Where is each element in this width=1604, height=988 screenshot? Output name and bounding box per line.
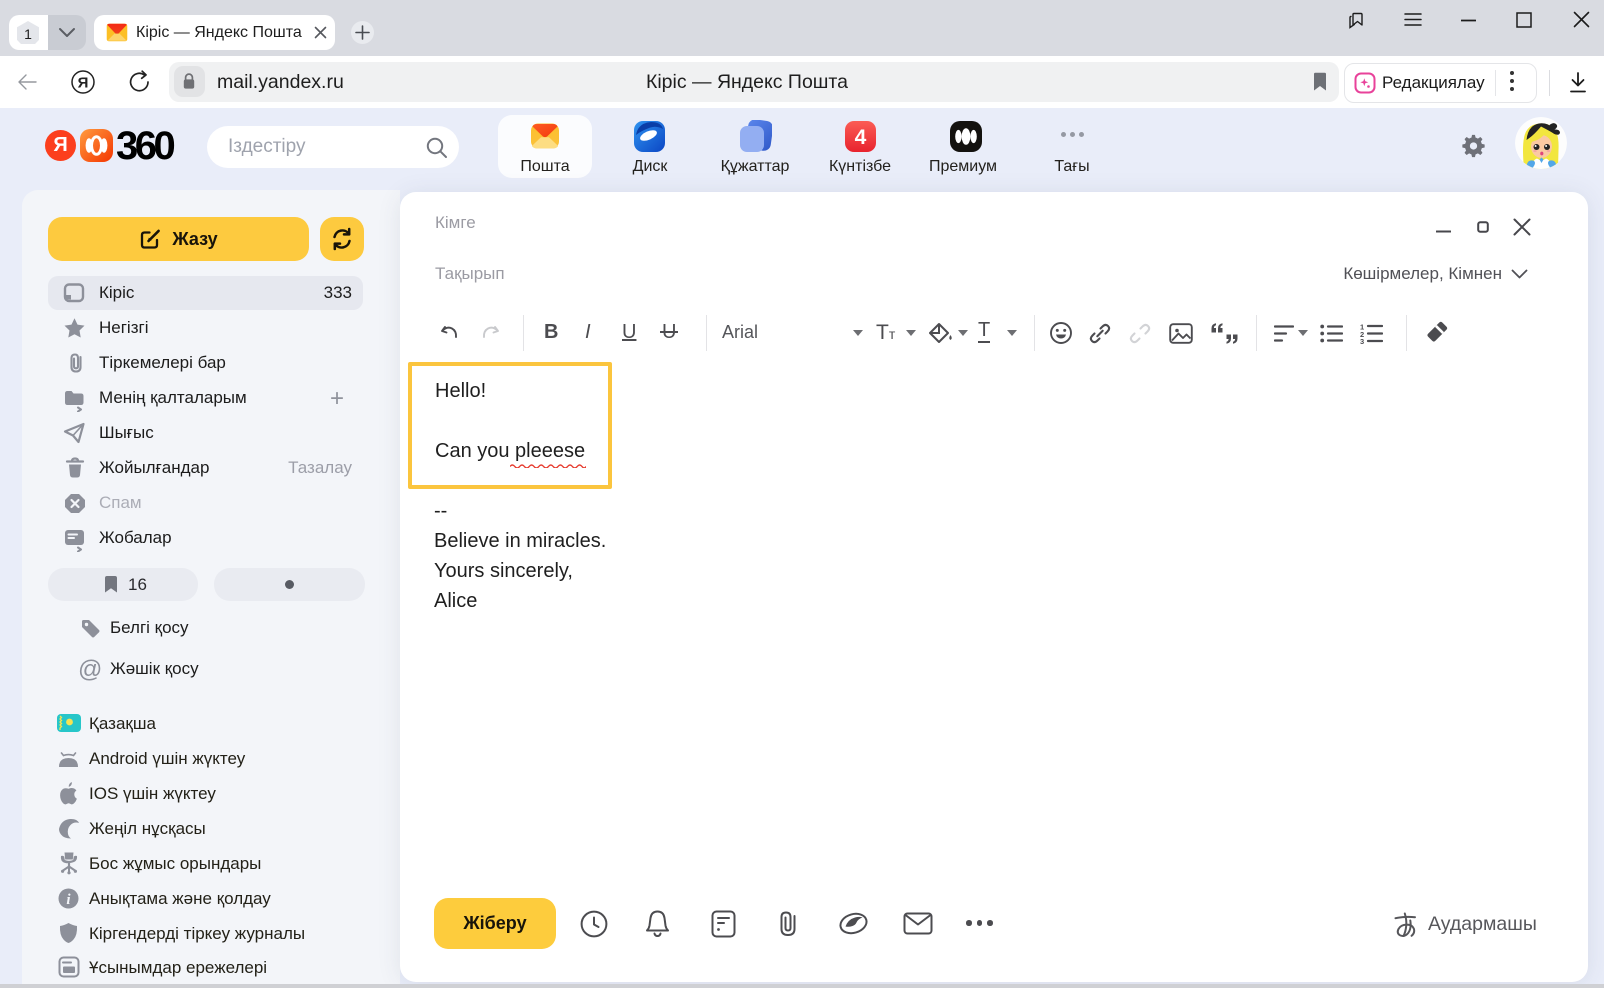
svg-text:Я: Я	[78, 75, 89, 92]
svg-text:3: 3	[1360, 337, 1364, 344]
svg-text:4: 4	[855, 126, 867, 149]
